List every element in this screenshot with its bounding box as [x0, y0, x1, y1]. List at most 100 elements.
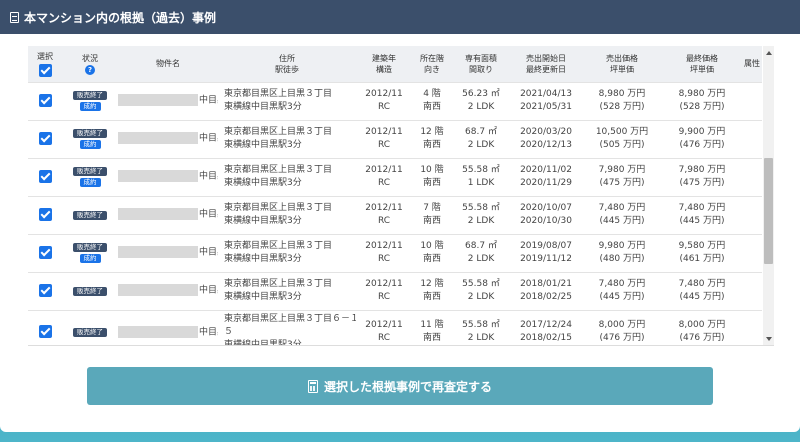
sale-price-line1: 9,980 万円: [598, 241, 646, 251]
built-cell: 2012/11 RC: [356, 120, 412, 158]
area-line1: 55.58 ㎡: [462, 165, 500, 175]
row-checkbox[interactable]: [38, 208, 52, 221]
final-price-line1: 8,000 万円: [678, 320, 726, 331]
comparables-table-container[interactable]: 選択 状況 ? 物件名 住所 駅徒歩 建築年 構造 所在階 向き 専有面積 間取り 売出…: [28, 46, 774, 346]
address-line: 東京都目黒区上目黒３丁目６－１: [224, 313, 356, 324]
area-line1: 68.7 ㎡: [465, 241, 497, 251]
table-row[interactable]: 販売終了 中目黒東京都目黒区上目黒３丁目東横線中目黒駅3分 2012/11 RC 7 階…: [28, 196, 762, 234]
sale-price-line1: 8,000 万円: [598, 320, 646, 331]
address-line: 東横線中目黒駅3分: [224, 292, 302, 302]
table-row[interactable]: 販売終了成約 中目黒東京都目黒区上目黒３丁目東横線中目黒駅3分 2012/11 RC 1…: [28, 158, 762, 196]
reassess-button[interactable]: 選択した根拠事例で再査定する: [87, 367, 713, 405]
property-name-suffix: 中目黒: [199, 209, 218, 220]
sale-price-line2: (475 万円): [599, 178, 645, 188]
row-checkbox[interactable]: [38, 325, 52, 339]
address-line: ５: [224, 326, 234, 337]
dates-line2: 2021/05/31: [520, 102, 572, 112]
final-price-line1: 7,480 万円: [678, 203, 726, 213]
select-cell: [28, 272, 62, 310]
col-address-l2: 駅徒歩: [275, 64, 299, 74]
built-cell: 2012/11 RC: [356, 82, 412, 120]
redacted-name: [118, 284, 198, 297]
property-name-cell: 中目黒: [118, 310, 218, 345]
table-row[interactable]: 販売終了成約 中目黒東京都目黒区上目黒３丁目東横線中目黒駅3分 2012/11 RC 4…: [28, 82, 762, 120]
redacted-name: [118, 325, 198, 338]
col-area-l1: 専有面積: [465, 53, 497, 63]
table-header-row: 選択 状況 ? 物件名 住所 駅徒歩 建築年 構造 所在階 向き 専有面積 間取り 売出…: [28, 46, 762, 82]
col-area: 専有面積 間取り: [452, 46, 510, 82]
comparables-table: 選択 状況 ? 物件名 住所 駅徒歩 建築年 構造 所在階 向き 専有面積 間取り 売出…: [28, 46, 762, 345]
select-cell: [28, 120, 62, 158]
status-cell: 販売終了 成約: [62, 158, 118, 196]
panel-header: 本マンション内の根拠（過去）事例: [0, 0, 800, 34]
help-icon[interactable]: ?: [85, 64, 95, 75]
final-price-line2: (445 万円): [679, 292, 725, 302]
select-all-checkbox[interactable]: [38, 63, 52, 77]
table-row[interactable]: 販売終了成約 中目黒東京都目黒区上目黒３丁目東横線中目黒駅3分 2012/11 RC 1…: [28, 234, 762, 272]
dates-line1: 2019/08/07: [520, 241, 572, 251]
status-badge-contracted: 成約: [79, 140, 101, 149]
row-checkbox[interactable]: [38, 132, 52, 145]
final-price-cell: 7,480 万円 (445 万円): [662, 196, 742, 234]
built-line2: RC: [377, 333, 391, 344]
sale-price-cell: 8,980 万円 (528 万円): [582, 82, 662, 120]
attr-cell: [742, 120, 762, 158]
col-status: 状況 ?: [62, 46, 118, 82]
sale-price-line2: (480 万円): [599, 254, 645, 264]
address-line: 東京都目黒区上目黒３丁目: [224, 165, 333, 175]
sale-price-cell: 10,500 万円 (505 万円): [582, 120, 662, 158]
address-cell: 東京都目黒区上目黒３丁目 東横線中目黒駅3分: [218, 196, 356, 234]
table-row[interactable]: 販売終了成約 中目黒東京都目黒区上目黒３丁目東横線中目黒駅3分 2012/11 RC 1…: [28, 120, 762, 158]
property-name-suffix: 中目黒: [199, 327, 218, 337]
final-price-cell: 8,980 万円 (528 万円): [662, 82, 742, 120]
row-checkbox[interactable]: [38, 170, 52, 183]
table-scrollbar[interactable]: [763, 46, 774, 345]
comparables-panel: 本マンション内の根拠（過去）事例 選択 状況 ? 物件名 住所 駅徒歩 建築年 …: [0, 0, 800, 432]
sale-price-line1: 10,500 万円: [595, 127, 649, 137]
status-badge-contracted: 成約: [79, 178, 101, 187]
col-address: 住所 駅徒歩: [218, 46, 356, 82]
col-sale-price: 売出価格 坪単価: [582, 46, 662, 82]
row-checkbox[interactable]: [38, 284, 52, 297]
built-line2: RC: [377, 140, 391, 150]
select-cell: [28, 196, 62, 234]
status-badge-contracted: 成約: [79, 102, 101, 111]
area-line2: 2 LDK: [467, 102, 495, 112]
scroll-down-icon[interactable]: [766, 337, 772, 341]
calculator-icon: [307, 379, 318, 393]
table-row[interactable]: 販売終了 中目黒東京都目黒区上目黒３丁目６－１ ５ 東横線中目黒駅3分 2012/11 R…: [28, 310, 762, 345]
sale-price-line2: (445 万円): [599, 216, 645, 226]
select-cell: [28, 234, 62, 272]
dates-line2: 2020/11/29: [520, 178, 572, 188]
col-address-l1: 住所: [279, 53, 295, 63]
area-line2: 2 LDK: [467, 216, 495, 226]
dates-cell: 2020/11/02 2020/11/29: [510, 158, 582, 196]
floor-line2: 南西: [422, 178, 441, 188]
dates-line1: 2018/01/21: [520, 279, 572, 289]
final-price-line2: (445 万円): [679, 216, 725, 226]
status-cell: 販売終了 成約: [62, 234, 118, 272]
dates-line1: 2020/10/07: [520, 203, 572, 213]
col-floor-l2: 向き: [424, 64, 440, 74]
table-row[interactable]: 販売終了 中目黒東京都目黒区上目黒３丁目東横線中目黒駅3分 2012/11 RC 12 …: [28, 272, 762, 310]
address-line: 東京都目黒区上目黒３丁目: [224, 127, 333, 137]
row-checkbox[interactable]: [38, 246, 52, 259]
floor-line1: 12 階: [420, 279, 444, 289]
attr-cell: [742, 158, 762, 196]
col-built-l2: 構造: [376, 64, 392, 74]
area-line1: 55.58 ㎡: [462, 203, 500, 213]
final-price-cell: 9,580 万円 (461 万円): [662, 234, 742, 272]
scrollbar-thumb[interactable]: [764, 158, 773, 264]
property-name-suffix: 中目黒: [199, 285, 218, 296]
sale-price-line2: (505 万円): [599, 140, 645, 150]
built-line1: 2012/11: [365, 320, 403, 331]
area-cell: 55.58 ㎡ 2 LDK: [452, 196, 510, 234]
address-cell: 東京都目黒区上目黒３丁目 東横線中目黒駅3分: [218, 272, 356, 310]
final-price-line2: (476 万円): [679, 140, 725, 150]
row-checkbox[interactable]: [38, 94, 52, 107]
sale-price-line1: 8,980 万円: [598, 89, 646, 99]
col-sale-price-l2: 坪単価: [610, 64, 634, 74]
dates-line1: 2017/12/24: [520, 320, 572, 331]
scroll-up-icon[interactable]: [766, 51, 772, 55]
floor-line1: 4 階: [423, 89, 441, 99]
